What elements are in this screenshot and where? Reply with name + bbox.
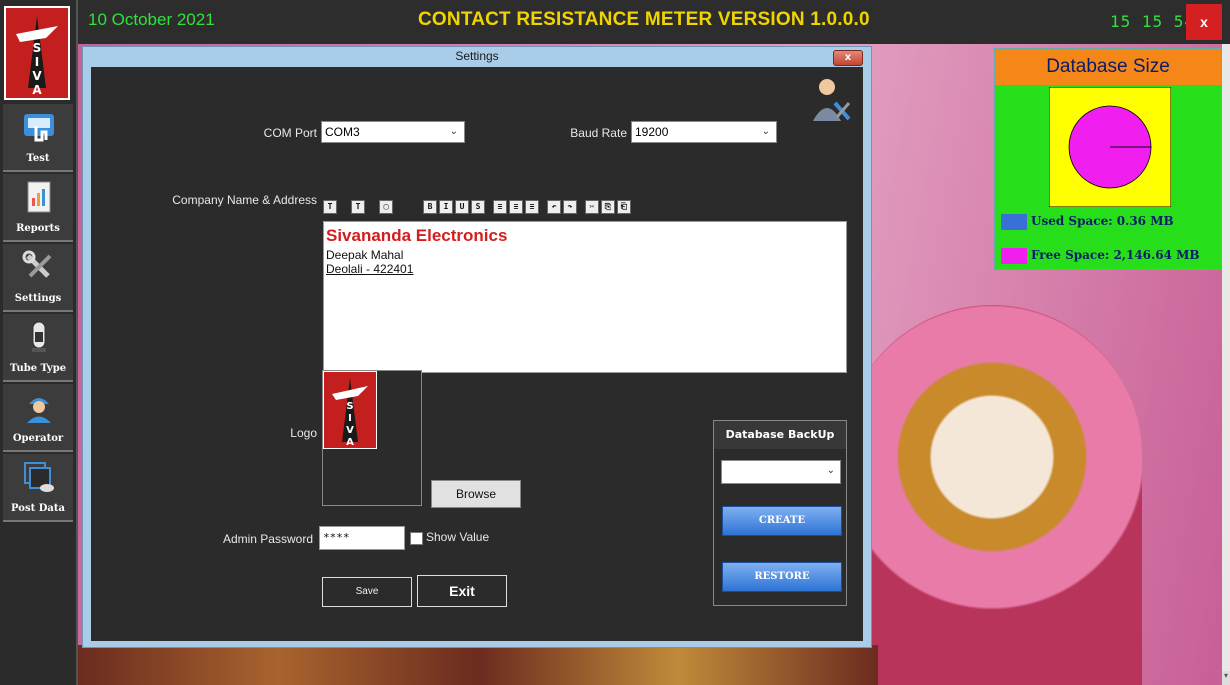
operator-icon xyxy=(27,398,51,423)
legend-swatch-free xyxy=(1001,248,1027,264)
app-title: CONTACT RESISTANCE METER VERSION 1.0.0.0 xyxy=(418,9,870,30)
user-settings-icon xyxy=(813,79,851,121)
baud-rate-value: 19200 xyxy=(635,125,669,139)
logo-letter: S xyxy=(33,41,42,55)
com-port-value: COM3 xyxy=(325,125,360,139)
sidebar-item-test[interactable]: Test xyxy=(3,104,73,172)
vacuum-tube-icon xyxy=(32,321,46,352)
settings-dialog: Settings x COM Port COM3 ⌄ Baud Rate 192… xyxy=(82,46,872,648)
sidebar-item-settings[interactable]: Settings xyxy=(3,244,73,312)
sidebar-item-tube-type[interactable]: Tube Type xyxy=(3,314,73,382)
legend-free: Free Space: 2,146.64 MB xyxy=(1001,247,1221,265)
com-port-label: COM Port xyxy=(263,126,317,140)
admin-password-input[interactable]: **** xyxy=(319,526,405,550)
used-space-label: Used Space: 0.36 MB xyxy=(1031,214,1174,228)
background-ornament xyxy=(78,645,878,685)
chevron-down-icon: ⌄ xyxy=(449,126,458,137)
current-date: 10 October 2021 xyxy=(88,10,215,29)
baud-rate-select[interactable]: 19200 ⌄ xyxy=(631,121,777,143)
logo-preview: S I V A xyxy=(322,370,422,506)
logo-letter: I xyxy=(348,413,352,424)
align-center-icon[interactable]: ≡ xyxy=(509,200,523,214)
address-line: Deepak Mahal xyxy=(326,248,404,262)
align-right-icon[interactable]: ≡ xyxy=(525,200,539,214)
background-figure xyxy=(842,305,1142,685)
sidebar-item-label: Post Data xyxy=(11,503,65,514)
siva-logo-icon: S I V A xyxy=(332,378,368,448)
sidebar-item-operator[interactable]: Operator xyxy=(3,384,73,452)
database-size-pie-chart xyxy=(1049,87,1171,207)
dialog-close-button[interactable]: x xyxy=(833,50,863,66)
company-label: Company Name & Address xyxy=(172,193,317,207)
sidebar-item-label: Tube Type xyxy=(9,363,67,374)
color-icon[interactable]: ▢ xyxy=(379,200,393,214)
legend-used: Used Space: 0.36 MB xyxy=(1001,213,1221,231)
free-space-label: Free Space: 2,146.64 MB xyxy=(1031,248,1200,262)
logo-label: Logo xyxy=(290,426,317,440)
exit-button[interactable]: Exit xyxy=(417,575,507,607)
sidebar-item-label: Reports xyxy=(16,223,60,234)
logo-image: S I V A xyxy=(323,371,377,449)
database-size-title: Database Size xyxy=(995,49,1221,85)
post-data-icon xyxy=(24,462,54,492)
cut-icon[interactable]: ✂ xyxy=(585,200,599,214)
siva-logo: S I V A xyxy=(4,6,70,100)
logo-letter: S xyxy=(346,401,353,412)
underline-icon[interactable]: U xyxy=(455,200,469,214)
show-value-checkbox[interactable] xyxy=(410,532,423,545)
undo-icon[interactable]: ↶ xyxy=(547,200,561,214)
scroll-down-icon[interactable]: ▾ xyxy=(1222,671,1230,685)
database-size-panel: Database Size Used Space: 0.36 MB Free S… xyxy=(994,48,1222,270)
top-bar: 10 October 2021 CONTACT RESISTANCE METER… xyxy=(78,0,1230,44)
browse-button[interactable]: Browse xyxy=(431,480,521,508)
dialog-title: Settings xyxy=(455,49,499,63)
bold-icon[interactable]: B xyxy=(423,200,437,214)
logo-letter: A xyxy=(32,83,42,97)
create-backup-button[interactable]: CREATE xyxy=(722,506,842,536)
app-close-button[interactable]: x xyxy=(1186,4,1222,40)
baud-rate-label: Baud Rate xyxy=(570,126,627,140)
font-size-icon[interactable]: T xyxy=(351,200,365,214)
chevron-down-icon: ⌄ xyxy=(761,126,770,137)
logo-letter: I xyxy=(35,55,39,69)
test-probe-icon xyxy=(24,114,54,142)
align-left-icon[interactable]: ≡ xyxy=(493,200,507,214)
reports-icon xyxy=(27,181,51,213)
company-name-line: Sivananda Electronics xyxy=(326,226,508,245)
backup-title: Database BackUp xyxy=(714,421,846,449)
strikethrough-icon[interactable]: S xyxy=(471,200,485,214)
logo-letter: A xyxy=(346,437,354,448)
italic-icon[interactable]: I xyxy=(439,200,453,214)
copy-icon[interactable]: ⎘ xyxy=(601,200,615,214)
sidebar-item-label: Test xyxy=(26,153,50,164)
sidebar-item-post-data[interactable]: Post Data xyxy=(3,454,73,522)
company-address-editor[interactable]: Sivananda Electronics Deepak Mahal Deola… xyxy=(323,221,847,373)
logo-letter: V xyxy=(346,425,354,436)
dialog-body: COM Port COM3 ⌄ Baud Rate 19200 ⌄ Compan… xyxy=(91,67,863,641)
show-value-label: Show Value xyxy=(426,530,490,544)
database-backup-panel: Database BackUp ⌄ CREATE RESTORE xyxy=(713,420,847,606)
clock: 15 15 54 xyxy=(1110,12,1196,31)
address-line: Deolali - 422401 xyxy=(326,262,414,276)
sidebar-item-reports[interactable]: Reports xyxy=(3,174,73,242)
admin-password-label: Admin Password xyxy=(222,532,313,546)
siva-logo-icon: S I V A xyxy=(16,16,58,97)
chevron-down-icon: ⌄ xyxy=(826,465,835,476)
backup-select[interactable]: ⌄ xyxy=(721,460,841,484)
com-port-select[interactable]: COM3 ⌄ xyxy=(321,121,465,143)
redo-icon[interactable]: ↷ xyxy=(563,200,577,214)
logo-letter: V xyxy=(32,69,42,83)
paste-icon[interactable]: ⎗ xyxy=(617,200,631,214)
vertical-scrollbar[interactable]: ▾ xyxy=(1222,44,1230,685)
font-icon[interactable]: T xyxy=(323,200,337,214)
sidebar-item-label: Operator xyxy=(12,433,64,444)
legend-swatch-used xyxy=(1001,214,1027,230)
save-button[interactable]: Save xyxy=(322,577,412,607)
restore-backup-button[interactable]: RESTORE xyxy=(722,562,842,592)
sidebar: S I V A Test Reports Settings Tube Type … xyxy=(0,0,78,685)
settings-tools-icon xyxy=(22,250,52,278)
sidebar-item-label: Settings xyxy=(14,293,62,304)
